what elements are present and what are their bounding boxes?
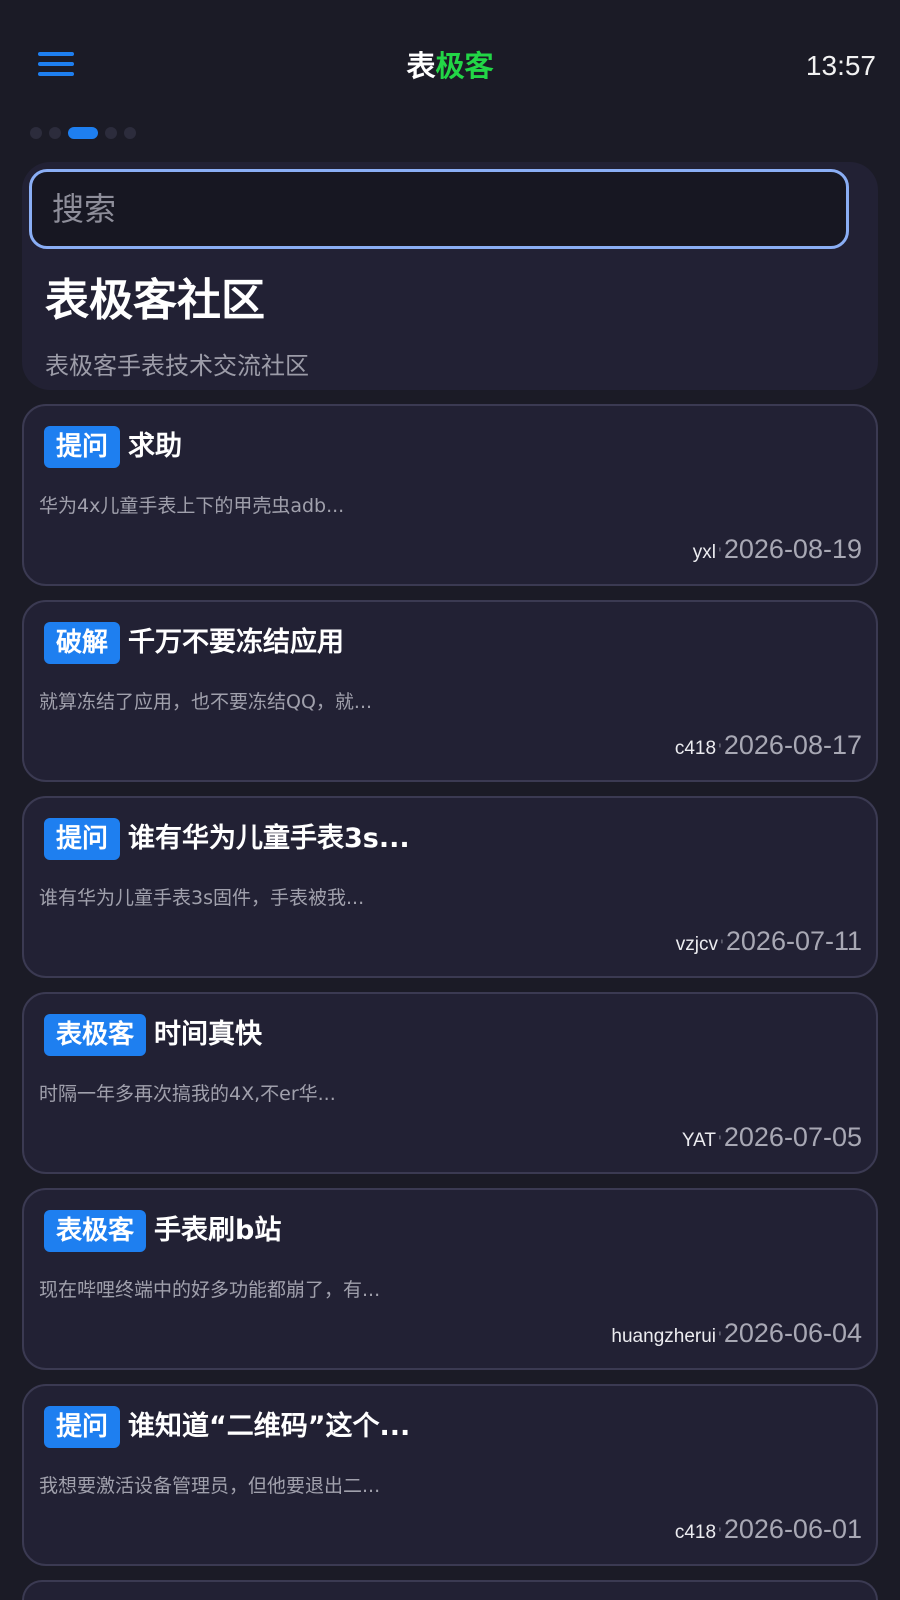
post-title: 时间真快: [154, 1019, 263, 1050]
post-author: c418: [674, 1522, 717, 1543]
post-meta: huangzherui ' 2026-06-04: [611, 1318, 862, 1358]
post-card[interactable]: 提问 谁有华为儿童手表3s... 谁有华为儿童手表3s固件，手表被我... vz…: [22, 796, 878, 978]
post-excerpt: 就算冻结了应用，也不要冻结QQ，就...: [39, 691, 373, 713]
carousel-dot-active[interactable]: [68, 127, 98, 139]
post-title: 求助: [128, 431, 183, 462]
community-header-card: 表极客社区 表极客手表技术交流社区: [22, 162, 878, 390]
post-date: 2026-07-05: [723, 1122, 862, 1152]
post-title: 谁有华为儿童手表3s...: [128, 823, 410, 854]
post-author: YAT: [681, 1130, 717, 1151]
clock-time: 13:57: [805, 50, 876, 81]
post-excerpt: 谁有华为儿童手表3s固件，手表被我...: [39, 887, 365, 909]
app-title-part-1: 表: [406, 49, 436, 83]
post-card[interactable]: 表极客 手表刷b站 现在哔哩终端中的好多功能都崩了，有... huangzher…: [22, 1188, 878, 1370]
post-meta: yxl ' 2026-08-19: [693, 534, 862, 574]
meta-separator: ': [718, 1330, 722, 1346]
post-card[interactable]: 表极客 时间真快 时隔一年多再次搞我的4X,不er华... YAT ' 2026-0…: [22, 992, 878, 1174]
post-date: 2026-06-01: [723, 1514, 862, 1544]
post-category-tag: 表极客: [44, 1014, 147, 1056]
meta-separator: ': [718, 1526, 722, 1542]
post-header: 表极客 手表刷b站: [44, 1210, 281, 1252]
post-card[interactable]: 破解 千万不要冻结应用 就算冻结了应用，也不要冻结QQ，就... c418 ' 20…: [22, 600, 878, 782]
carousel-dot[interactable]: [30, 127, 42, 139]
post-title: 手表刷b站: [154, 1215, 282, 1246]
search-input[interactable]: [29, 169, 849, 249]
post-author: c418: [674, 738, 717, 759]
post-date: 2026-06-04: [723, 1318, 862, 1348]
post-author: yxl: [692, 542, 717, 563]
post-category-tag: 破解: [44, 622, 121, 664]
post-meta: c418 ' 2026-06-01: [675, 1514, 862, 1554]
meta-separator: ': [718, 742, 722, 758]
post-card[interactable]: 提问 求助 华为4x儿童手表上下的甲壳虫adb... yxl ' 2026-08-1…: [22, 404, 878, 586]
top-app-bar: 表极客 13:57: [0, 0, 900, 130]
post-excerpt: 我想要激活设备管理员，但他要退出二...: [39, 1475, 381, 1497]
meta-separator: ': [718, 1134, 722, 1150]
post-card-partial[interactable]: [22, 1580, 878, 1600]
post-meta: YAT ' 2026-07-05: [682, 1122, 862, 1162]
post-category-tag: 提问: [44, 426, 121, 468]
post-header: 破解 千万不要冻结应用: [44, 622, 344, 664]
meta-separator: ': [718, 546, 722, 562]
carousel-dot[interactable]: [124, 127, 136, 139]
post-meta: vzjcv ' 2026-07-11: [676, 926, 862, 966]
post-date: 2026-07-11: [725, 926, 862, 956]
post-card[interactable]: 提问 谁知道“二维码”这个... 我想要激活设备管理员，但他要退出二... c4…: [22, 1384, 878, 1566]
post-date: 2026-08-17: [723, 730, 862, 760]
post-header: 提问 求助: [44, 426, 182, 468]
community-title: 表极客社区: [45, 275, 265, 326]
post-category-tag: 提问: [44, 818, 121, 860]
app-title-part-2: 极客: [435, 49, 494, 83]
post-header: 提问 谁知道“二维码”这个...: [44, 1406, 410, 1448]
app-title: 表极客: [0, 46, 900, 86]
carousel-dot[interactable]: [105, 127, 117, 139]
post-author: vzjcv: [675, 934, 719, 955]
post-meta: c418 ' 2026-08-17: [675, 730, 862, 770]
post-title: 谁知道“二维码”这个...: [128, 1411, 411, 1442]
post-author: huangzherui: [611, 1326, 717, 1347]
post-title: 千万不要冻结应用: [128, 627, 345, 658]
meta-separator: ': [720, 938, 724, 954]
community-subtitle: 表极客手表技术交流社区: [45, 352, 309, 380]
post-date: 2026-08-19: [723, 534, 862, 564]
carousel-dot[interactable]: [49, 127, 61, 139]
post-excerpt: 华为4x儿童手表上下的甲壳虫adb...: [39, 495, 345, 517]
post-excerpt: 时隔一年多再次搞我的4X,不er华...: [39, 1083, 336, 1105]
post-header: 提问 谁有华为儿童手表3s...: [44, 818, 410, 860]
post-category-tag: 表极客: [44, 1210, 147, 1252]
post-category-tag: 提问: [44, 1406, 121, 1448]
post-excerpt: 现在哔哩终端中的好多功能都崩了，有...: [39, 1279, 381, 1301]
post-header: 表极客 时间真快: [44, 1014, 262, 1056]
